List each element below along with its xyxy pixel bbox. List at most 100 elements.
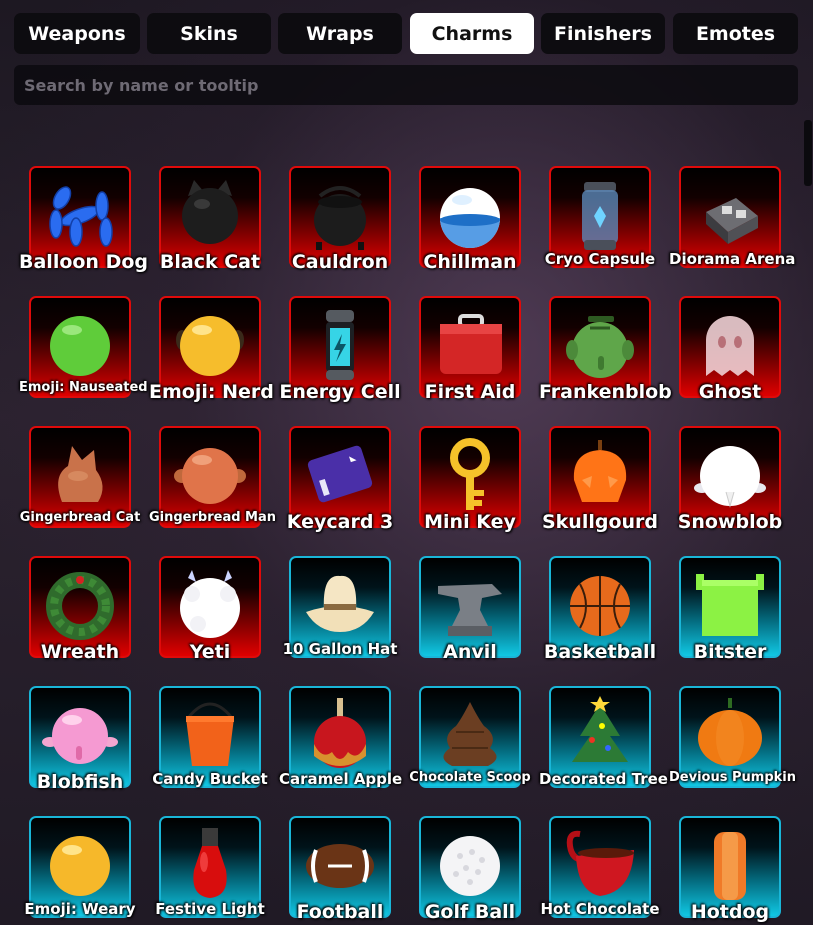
cowboy-hat-icon [302, 566, 378, 642]
charm-item-candy-bucket[interactable]: Candy Bucket [152, 686, 268, 788]
basketball-icon [562, 566, 638, 642]
devious-pumpkin-icon [692, 696, 768, 772]
bitster-icon [692, 566, 768, 642]
charm-label: Cryo Capsule [544, 250, 656, 268]
charm-item-emoji-weary[interactable]: Emoji: Weary [24, 816, 136, 918]
black-cat-icon [172, 176, 248, 252]
charm-item-hot-chocolate[interactable]: Hot Chocolate [540, 816, 660, 918]
golf-ball-icon [432, 826, 508, 902]
anvil-icon [432, 566, 508, 642]
charm-label: Skullgourd [541, 511, 659, 533]
charm-item-energy-cell[interactable]: Energy Cell [279, 296, 401, 403]
caramel-apple-icon [302, 696, 378, 772]
charm-item-yeti[interactable]: Yeti [159, 556, 261, 663]
charm-label: Cauldron [291, 251, 389, 273]
skullgourd-icon [562, 436, 638, 512]
charm-item-golf-ball[interactable]: Golf Ball [419, 816, 521, 923]
mini-key-icon [432, 436, 508, 512]
charm-item-ghost[interactable]: Ghost [679, 296, 781, 403]
charm-grid: Balloon Dog Black Cat Cauldron Chillman Cryo… [0, 0, 813, 925]
energy-cell-icon [302, 306, 378, 382]
charm-item-anvil[interactable]: Anvil [419, 556, 521, 663]
charm-label: Candy Bucket [152, 770, 268, 788]
charm-label: Black Cat [159, 251, 261, 273]
charm-label: Yeti [189, 641, 231, 663]
charm-label: Golf Ball [424, 901, 516, 923]
charm-item-black-cat[interactable]: Black Cat [159, 166, 261, 273]
gingerbread-man-icon [172, 436, 248, 512]
yeti-icon [172, 566, 248, 642]
charm-item-mini-key[interactable]: Mini Key [419, 426, 521, 533]
charm-label: Ghost [698, 381, 762, 403]
charm-label: Anvil [443, 641, 497, 663]
chocolate-scoop-icon [432, 696, 508, 772]
candy-bucket-icon [172, 696, 248, 772]
charm-label: 10 Gallon Hat [282, 640, 398, 658]
charm-item-caramel-apple[interactable]: Caramel Apple [279, 686, 402, 788]
charm-item-cauldron[interactable]: Cauldron [289, 166, 391, 273]
keycard-icon [302, 436, 378, 512]
charm-label: Chillman [423, 251, 517, 273]
charm-item-football[interactable]: Football [289, 816, 391, 923]
charm-label: Energy Cell [279, 381, 401, 403]
charm-item-cowboy-hat[interactable]: 10 Gallon Hat [283, 556, 397, 658]
charm-label: Frankenblob [539, 381, 672, 403]
charm-item-chocolate-scoop[interactable]: Chocolate Scoop [409, 686, 531, 788]
charm-item-festive-light[interactable]: Festive Light [155, 816, 265, 918]
charm-label: Diorama Arena [669, 250, 796, 268]
charm-label: Blobfish [36, 771, 124, 793]
charm-label: Wreath [40, 641, 120, 663]
charm-label: Emoji: Weary [24, 900, 136, 918]
charm-label: Gingerbread Man [149, 510, 277, 525]
charm-item-basketball[interactable]: Basketball [544, 556, 656, 663]
charm-item-keycard[interactable]: Keycard 3 [287, 426, 393, 533]
chillman-icon [432, 176, 508, 252]
emoji-nerd-icon [172, 306, 248, 382]
charm-item-emoji-nerd[interactable]: Emoji: Nerd [149, 296, 274, 403]
charm-label: Decorated Tree [539, 770, 668, 788]
charm-label: Emoji: Nerd [149, 381, 274, 403]
cryo-capsule-icon [562, 176, 638, 252]
charm-label: Chocolate Scoop [409, 770, 531, 785]
blobfish-icon [42, 696, 118, 772]
hotdog-icon [692, 826, 768, 902]
emoji-nauseated-icon [42, 306, 118, 382]
cauldron-icon [302, 176, 378, 252]
charm-label: Keycard 3 [286, 511, 394, 533]
charm-label: Caramel Apple [279, 770, 403, 788]
charm-label: Snowblob [677, 511, 783, 533]
charm-label: Gingerbread Cat [19, 510, 141, 525]
charm-item-devious-pumpkin[interactable]: Devious Pumpkin [669, 686, 796, 788]
charm-item-gingerbread-cat[interactable]: Gingerbread Cat [20, 426, 140, 528]
balloon-dog-icon [42, 176, 118, 252]
ghost-icon [692, 306, 768, 382]
charm-label: Bitster [693, 641, 767, 663]
charm-item-blobfish[interactable]: Blobfish [29, 686, 131, 793]
charm-item-frankenblob[interactable]: Frankenblob [539, 296, 672, 403]
charm-label: Balloon Dog [19, 251, 149, 273]
charm-item-first-aid[interactable]: First Aid [419, 296, 521, 403]
charm-item-balloon-dog[interactable]: Balloon Dog [19, 166, 148, 273]
emoji-weary-icon [42, 826, 118, 902]
charm-item-gingerbread-man[interactable]: Gingerbread Man [149, 426, 276, 528]
charm-label: Festive Light [155, 900, 265, 918]
first-aid-icon [432, 306, 508, 382]
charm-item-diorama-arena[interactable]: Diorama Arena [669, 166, 795, 268]
charm-item-snowblob[interactable]: Snowblob [678, 426, 782, 533]
frankenblob-icon [562, 306, 638, 382]
charm-item-decorated-tree[interactable]: Decorated Tree [539, 686, 668, 788]
charm-label: Emoji: Nauseated [19, 380, 148, 395]
charm-item-emoji-nauseated[interactable]: Emoji: Nauseated [19, 296, 148, 398]
charm-item-wreath[interactable]: Wreath [29, 556, 131, 663]
charm-item-cryo-capsule[interactable]: Cryo Capsule [545, 166, 655, 268]
charm-label: Basketball [543, 641, 657, 663]
charm-item-bitster[interactable]: Bitster [679, 556, 781, 663]
charm-label: Mini Key [424, 511, 516, 533]
charm-label: Devious Pumpkin [669, 770, 796, 785]
decorated-tree-icon [562, 696, 638, 772]
gingerbread-cat-icon [42, 436, 118, 512]
charm-item-hotdog[interactable]: Hotdog [679, 816, 781, 923]
charm-item-chillman[interactable]: Chillman [419, 166, 521, 273]
charm-item-skullgourd[interactable]: Skullgourd [542, 426, 658, 533]
diorama-arena-icon [692, 176, 768, 252]
